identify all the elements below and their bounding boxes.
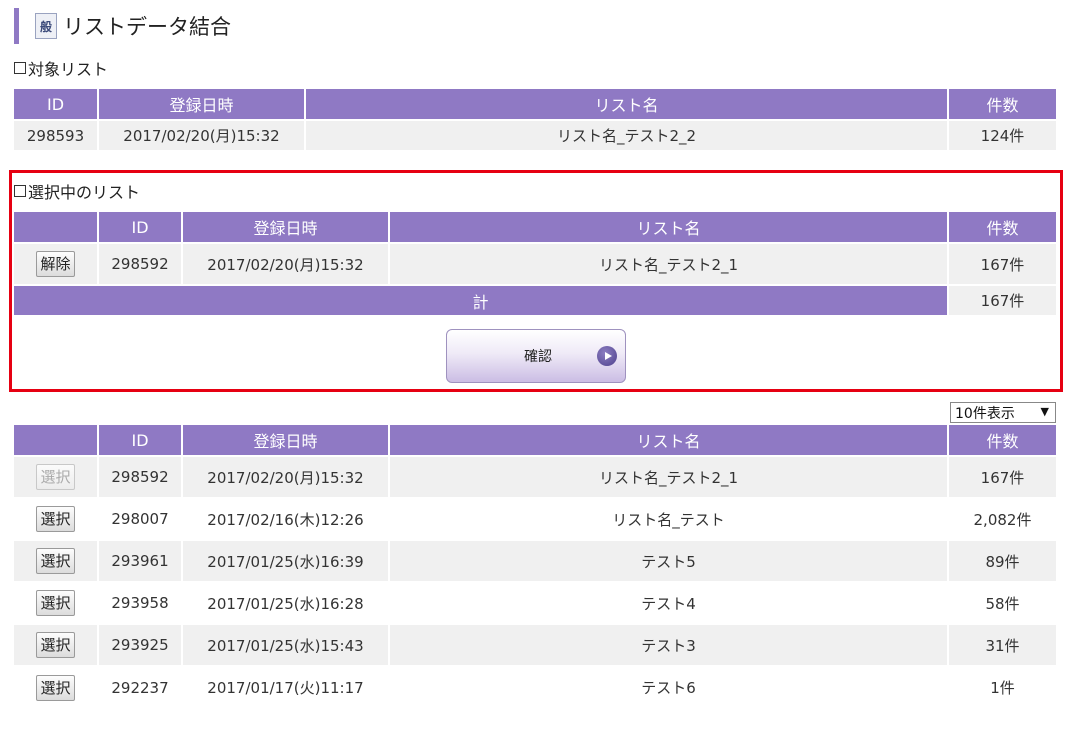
target-section-label: 対象リスト — [14, 56, 108, 80]
selected-section-title: 選択中のリスト — [28, 183, 141, 202]
square-bullet-icon — [14, 62, 26, 74]
column-header-action — [14, 425, 99, 456]
total-row: 計 167件 — [14, 284, 1056, 315]
cell-count: 2,082件 — [948, 497, 1056, 540]
cell-date: 2017/01/17(火)11:17 — [182, 665, 390, 708]
cell-id: 298592 — [98, 242, 183, 285]
page-header: 般 リストデータ結合 — [14, 8, 231, 44]
column-header-count: 件数 — [948, 425, 1056, 456]
select-button[interactable]: 選択 — [36, 548, 75, 574]
available-list-table: ID 登録日時 リスト名 件数 選択 298592 2017/02/20(月)1… — [14, 425, 1056, 708]
table-row: 298593 2017/02/20(月)15:32 リスト名_テスト2_2 12… — [14, 119, 1056, 150]
table-row: 選択 293961 2017/01/25(水)16:39 テスト5 89件 — [14, 539, 1056, 582]
table-row: 選択 293925 2017/01/25(水)15:43 テスト3 31件 — [14, 623, 1056, 666]
cell-count: 167件 — [948, 242, 1056, 285]
column-header-action — [14, 212, 99, 243]
cell-name: リスト名_テスト — [389, 497, 949, 540]
selected-section-label: 選択中のリスト — [14, 179, 140, 203]
column-header-date: 登録日時 — [98, 89, 306, 120]
select-button[interactable]: 選択 — [36, 674, 75, 701]
column-header-id: ID — [98, 425, 183, 456]
dropdown-arrow-icon: ▼ — [1040, 405, 1049, 418]
cell-name: テスト4 — [389, 581, 949, 624]
cell-count: 58件 — [948, 581, 1056, 624]
confirm-button[interactable]: 確認 — [446, 329, 626, 383]
cell-name: リスト名_テスト2_1 — [389, 455, 949, 498]
header-accent-bar — [14, 8, 19, 44]
cell-count: 1件 — [948, 665, 1056, 708]
cell-action: 選択 — [14, 539, 99, 582]
select-button[interactable]: 選択 — [36, 464, 75, 490]
cell-action: 選択 — [14, 455, 99, 498]
cell-name: テスト5 — [389, 539, 949, 582]
cell-count: 31件 — [948, 623, 1056, 666]
cell-action: 選択 — [14, 581, 99, 624]
play-arrow-icon — [597, 346, 617, 366]
cell-id: 298593 — [14, 119, 99, 150]
cell-date: 2017/02/20(月)15:32 — [98, 119, 306, 150]
per-page-select[interactable]: 10件表示 ▼ — [950, 402, 1056, 423]
table-row: 解除 298592 2017/02/20(月)15:32 リスト名_テスト2_1… — [14, 242, 1056, 285]
document-icon: 般 — [35, 13, 57, 39]
confirm-button-label: 確認 — [524, 349, 552, 365]
selected-list-table: ID 登録日時 リスト名 件数 解除 298592 2017/02/20(月)1… — [14, 212, 1056, 315]
cell-count: 89件 — [948, 539, 1056, 582]
cell-date: 2017/01/25(水)15:43 — [182, 623, 390, 666]
cell-action: 解除 — [14, 242, 99, 285]
total-count: 167件 — [948, 284, 1056, 315]
cell-id: 293958 — [98, 581, 183, 624]
cell-date: 2017/01/25(水)16:39 — [182, 539, 390, 582]
column-header-date: 登録日時 — [182, 212, 390, 243]
cell-date: 2017/01/25(水)16:28 — [182, 581, 390, 624]
column-header-id: ID — [14, 89, 99, 120]
cell-action: 選択 — [14, 497, 99, 540]
cell-id: 293961 — [98, 539, 183, 582]
column-header-count: 件数 — [948, 212, 1056, 243]
column-header-date: 登録日時 — [182, 425, 390, 456]
cell-name: リスト名_テスト2_1 — [389, 242, 949, 285]
cell-date: 2017/02/20(月)15:32 — [182, 455, 390, 498]
cell-count: 167件 — [948, 455, 1056, 498]
table-row: 選択 298592 2017/02/20(月)15:32 リスト名_テスト2_1… — [14, 455, 1056, 498]
cell-count: 124件 — [948, 119, 1056, 150]
select-button[interactable]: 選択 — [36, 632, 75, 658]
table-row: 選択 293958 2017/01/25(水)16:28 テスト4 58件 — [14, 581, 1056, 624]
cell-id: 298592 — [98, 455, 183, 498]
total-label: 計 — [14, 284, 949, 315]
square-bullet-icon — [14, 185, 26, 197]
cell-date: 2017/02/16(木)12:26 — [182, 497, 390, 540]
cell-id: 293925 — [98, 623, 183, 666]
column-header-id: ID — [98, 212, 183, 243]
column-header-name: リスト名 — [305, 89, 949, 120]
remove-button[interactable]: 解除 — [36, 251, 75, 277]
cell-date: 2017/02/20(月)15:32 — [182, 242, 390, 285]
table-row: 選択 298007 2017/02/16(木)12:26 リスト名_テスト 2,… — [14, 497, 1056, 540]
target-section-title: 対象リスト — [28, 60, 109, 79]
cell-action: 選択 — [14, 665, 99, 708]
per-page-value: 10件表示 — [955, 405, 1015, 422]
target-list-table: ID 登録日時 リスト名 件数 298593 2017/02/20(月)15:3… — [14, 89, 1056, 150]
column-header-name: リスト名 — [389, 212, 949, 243]
select-button[interactable]: 選択 — [36, 590, 75, 616]
cell-action: 選択 — [14, 623, 99, 666]
page-title: リストデータ結合 — [63, 15, 231, 39]
cell-id: 292237 — [98, 665, 183, 708]
column-header-name: リスト名 — [389, 425, 949, 456]
cell-name: テスト6 — [389, 665, 949, 708]
cell-name: リスト名_テスト2_2 — [305, 119, 949, 150]
select-button[interactable]: 選択 — [36, 506, 75, 532]
cell-id: 298007 — [98, 497, 183, 540]
column-header-count: 件数 — [948, 89, 1056, 120]
cell-name: テスト3 — [389, 623, 949, 666]
table-row: 選択 292237 2017/01/17(火)11:17 テスト6 1件 — [14, 665, 1056, 708]
